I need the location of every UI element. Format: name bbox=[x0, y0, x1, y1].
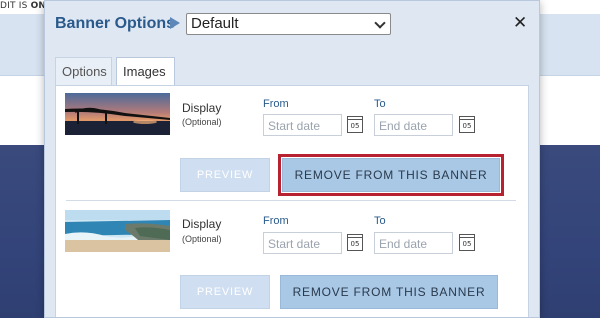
display-label: Display bbox=[182, 217, 222, 231]
start-date-input[interactable]: Start date bbox=[263, 232, 342, 254]
tab-options[interactable]: Options bbox=[55, 57, 112, 85]
beach-coast-image bbox=[65, 210, 170, 252]
breadcrumb-arrow-icon bbox=[170, 17, 180, 29]
row-divider bbox=[66, 200, 516, 201]
tab-images-label: Images bbox=[123, 64, 166, 79]
banner-select-value: Default bbox=[191, 15, 239, 32]
calendar-icon[interactable]: 05 bbox=[459, 234, 475, 251]
end-date-input[interactable]: End date bbox=[374, 232, 453, 254]
close-icon[interactable]: ✕ bbox=[513, 13, 527, 33]
calendar-day: 05 bbox=[350, 240, 360, 248]
start-date-placeholder: Start date bbox=[268, 237, 321, 251]
from-label: From bbox=[263, 98, 289, 110]
calendar-day: 05 bbox=[462, 240, 472, 248]
tab-options-label: Options bbox=[62, 64, 107, 79]
banner-options-dialog: Banner Options Default ✕ Options Images bbox=[44, 0, 540, 318]
chevron-down-icon bbox=[374, 17, 386, 29]
preview-button-label: PREVIEW bbox=[196, 286, 254, 298]
calendar-icon[interactable]: 05 bbox=[347, 234, 363, 251]
calendar-icon[interactable]: 05 bbox=[459, 116, 475, 133]
to-label: To bbox=[374, 215, 386, 227]
end-date-placeholder: End date bbox=[379, 119, 428, 133]
start-date-placeholder: Start date bbox=[268, 119, 321, 133]
optional-label: (Optional) bbox=[182, 117, 222, 127]
end-date-input[interactable]: End date bbox=[374, 114, 453, 136]
dialog-title: Banner Options bbox=[55, 15, 176, 32]
end-date-placeholder: End date bbox=[379, 237, 428, 251]
preview-button-label: PREVIEW bbox=[196, 169, 254, 181]
calendar-day: 05 bbox=[462, 122, 472, 130]
calendar-icon[interactable]: 05 bbox=[347, 116, 363, 133]
start-date-input[interactable]: Start date bbox=[263, 114, 342, 136]
display-label: Display bbox=[182, 101, 222, 115]
preview-button[interactable]: PREVIEW bbox=[180, 158, 270, 192]
preview-button[interactable]: PREVIEW bbox=[180, 275, 270, 309]
from-label: From bbox=[263, 215, 289, 227]
optional-label: (Optional) bbox=[182, 234, 222, 244]
tab-images[interactable]: Images bbox=[116, 57, 175, 86]
to-label: To bbox=[374, 98, 386, 110]
remove-button-label: REMOVE FROM THIS BANNER bbox=[292, 285, 486, 299]
remove-from-banner-button[interactable]: REMOVE FROM THIS BANNER bbox=[282, 158, 500, 192]
bridge-sunset-image bbox=[65, 93, 170, 135]
images-panel: Display (Optional) From To Start date 05… bbox=[55, 85, 529, 317]
banner-select[interactable]: Default bbox=[186, 13, 391, 35]
background-topbar-text: DIT IS ON bbox=[0, 1, 47, 11]
remove-from-banner-button[interactable]: REMOVE FROM THIS BANNER bbox=[280, 275, 498, 309]
calendar-day: 05 bbox=[350, 122, 360, 130]
remove-button-label: REMOVE FROM THIS BANNER bbox=[294, 168, 488, 182]
